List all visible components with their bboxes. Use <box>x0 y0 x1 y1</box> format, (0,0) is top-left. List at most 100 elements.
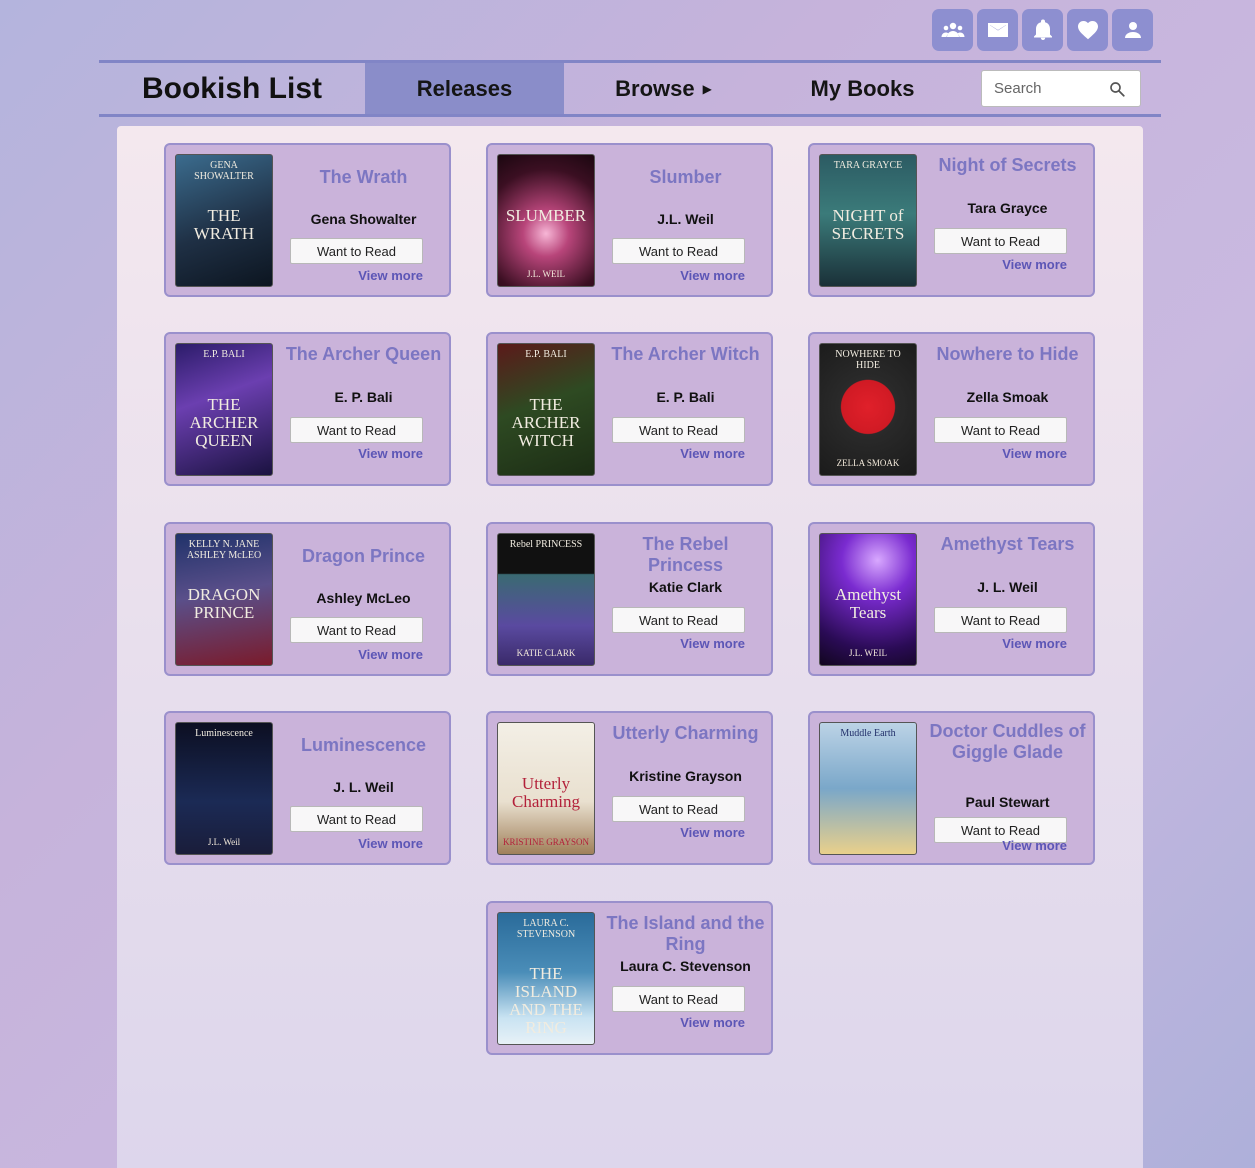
view-more-link[interactable]: View more <box>1002 838 1067 853</box>
cover-top-text: GENA SHOWALTER <box>194 160 254 182</box>
book-info: Utterly Charming Kristine Grayson Want t… <box>606 713 765 863</box>
cover-top-text: E.P. BALI <box>525 349 567 360</box>
book-cover[interactable]: Utterly Charming KRISTINE GRAYSON <box>497 722 595 855</box>
book-author: Gena Showalter <box>310 211 417 227</box>
book-title[interactable]: Luminescence <box>284 735 443 756</box>
view-more-link[interactable]: View more <box>680 268 745 283</box>
book-info: Doctor Cuddles of Giggle Glade Paul Stew… <box>928 713 1087 863</box>
book-cover[interactable]: Luminescence J.L. Weil <box>175 722 273 855</box>
mail-button[interactable] <box>977 9 1018 51</box>
book-title[interactable]: The Wrath <box>284 167 443 188</box>
book-title[interactable]: The Island and the Ring <box>606 913 765 955</box>
view-more-link[interactable]: View more <box>680 636 745 651</box>
tab-browse[interactable]: Browse ▶ <box>564 63 763 114</box>
want-to-read-button[interactable]: Want to Read <box>612 607 745 633</box>
tab-releases[interactable]: Releases <box>365 63 564 114</box>
brand-title[interactable]: Bookish List <box>99 63 365 114</box>
cover-bottom-text: J.L. Weil <box>207 837 241 848</box>
book-cover[interactable]: SLUMBER J.L. WEIL <box>497 154 595 287</box>
book-title[interactable]: Slumber <box>606 167 765 188</box>
book-title[interactable]: Night of Secrets <box>928 155 1087 176</box>
book-author: J.L. Weil <box>657 211 714 227</box>
book-title[interactable]: The Archer Witch <box>606 344 765 365</box>
want-to-read-button[interactable]: Want to Read <box>612 986 745 1012</box>
book-author: Katie Clark <box>648 579 723 595</box>
book-cover[interactable]: LAURA C. STEVENSON THE ISLAND AND THE RI… <box>497 912 595 1045</box>
book-author: Zella Smoak <box>966 389 1049 405</box>
book-title[interactable]: Dragon Prince <box>284 546 443 567</box>
book-card-amethyst-tears: Amethyst Tears J.L. WEIL Amethyst Tears … <box>808 522 1095 676</box>
want-to-read-button[interactable]: Want to Read <box>612 796 745 822</box>
book-title[interactable]: Doctor Cuddles of Giggle Glade <box>928 721 1087 763</box>
book-cover[interactable]: Amethyst Tears J.L. WEIL <box>819 533 917 666</box>
want-to-read-button[interactable]: Want to Read <box>290 417 423 443</box>
groups-button[interactable] <box>932 9 973 51</box>
tab-my-books[interactable]: My Books <box>763 63 962 114</box>
book-card-utterly-charming: Utterly Charming KRISTINE GRAYSON Utterl… <box>486 711 773 865</box>
view-more-link[interactable]: View more <box>1002 446 1067 461</box>
view-more-link[interactable]: View more <box>1002 636 1067 651</box>
book-author: Laura C. Stevenson <box>620 958 751 974</box>
want-to-read-button[interactable]: Want to Read <box>612 417 745 443</box>
book-info: The Wrath Gena Showalter Want to Read Vi… <box>284 145 443 295</box>
book-cover[interactable]: E.P. BALI THE ARCHER QUEEN <box>175 343 273 476</box>
notifications-button[interactable] <box>1022 9 1063 51</box>
view-more-link[interactable]: View more <box>680 825 745 840</box>
view-more-link[interactable]: View more <box>358 836 423 851</box>
view-more-link[interactable]: View more <box>358 647 423 662</box>
cover-top-text: TARA GRAYCE <box>833 160 903 171</box>
cover-title-text: Amethyst Tears <box>834 585 902 622</box>
want-to-read-button[interactable]: Want to Read <box>290 238 423 264</box>
cover-title-text: Utterly Charming <box>512 774 580 811</box>
book-cover[interactable]: NOWHERE TO HIDE ZELLA SMOAK <box>819 343 917 476</box>
book-card-dragon-prince: KELLY N. JANE ASHLEY McLEO DRAGON PRINCE… <box>164 522 451 676</box>
releases-panel: GENA SHOWALTER THE WRATH The Wrath Gena … <box>117 126 1143 1168</box>
book-cover[interactable]: GENA SHOWALTER THE WRATH <box>175 154 273 287</box>
book-cover[interactable]: TARA GRAYCE NIGHT of SECRETS <box>819 154 917 287</box>
book-author: J. L. Weil <box>333 779 394 795</box>
book-cover[interactable]: KELLY N. JANE ASHLEY McLEO DRAGON PRINCE <box>175 533 273 666</box>
search-input[interactable] <box>994 80 1104 97</box>
cover-title-text: THE ARCHER WITCH <box>511 395 581 450</box>
book-cover[interactable]: Muddle Earth <box>819 722 917 855</box>
want-to-read-button[interactable]: Want to Read <box>290 617 423 643</box>
cover-title-text: SLUMBER <box>505 206 587 225</box>
book-info: The Archer Witch E. P. Bali Want to Read… <box>606 334 765 484</box>
want-to-read-button[interactable]: Want to Read <box>934 228 1067 254</box>
cover-bottom-text: KRISTINE GRAYSON <box>503 837 589 848</box>
book-card-the-archer-queen: E.P. BALI THE ARCHER QUEEN The Archer Qu… <box>164 332 451 486</box>
book-cover[interactable]: E.P. BALI THE ARCHER WITCH <box>497 343 595 476</box>
want-to-read-button[interactable]: Want to Read <box>612 238 745 264</box>
view-more-link[interactable]: View more <box>358 268 423 283</box>
cover-bottom-text: KATIE CLARK <box>516 648 576 659</box>
search-icon[interactable] <box>1108 80 1126 98</box>
book-cover[interactable]: Rebel PRINCESS KATIE CLARK <box>497 533 595 666</box>
tab-releases-label: Releases <box>416 75 513 101</box>
cover-title-text: DRAGON PRINCE <box>187 585 261 622</box>
view-more-link[interactable]: View more <box>1002 257 1067 272</box>
want-to-read-button[interactable]: Want to Read <box>290 806 423 832</box>
want-to-read-button[interactable]: Want to Read <box>934 607 1067 633</box>
favorites-button[interactable] <box>1067 9 1108 51</box>
cover-title-text: THE WRATH <box>193 206 255 243</box>
cover-bottom-text: ZELLA SMOAK <box>836 458 900 469</box>
groups-icon <box>941 22 964 37</box>
book-card-the-wrath: GENA SHOWALTER THE WRATH The Wrath Gena … <box>164 143 451 297</box>
view-more-link[interactable]: View more <box>680 1015 745 1030</box>
book-info: Nowhere to Hide Zella Smoak Want to Read… <box>928 334 1087 484</box>
book-title[interactable]: Amethyst Tears <box>928 534 1087 555</box>
book-title[interactable]: The Rebel Princess <box>606 534 765 576</box>
book-title[interactable]: Nowhere to Hide <box>928 344 1087 365</box>
book-author: Kristine Grayson <box>629 768 742 784</box>
view-more-link[interactable]: View more <box>680 446 745 461</box>
view-more-link[interactable]: View more <box>358 446 423 461</box>
book-info: Luminescence J. L. Weil Want to Read Vie… <box>284 713 443 863</box>
profile-button[interactable] <box>1112 9 1153 51</box>
book-title[interactable]: Utterly Charming <box>606 723 765 744</box>
book-author: Paul Stewart <box>965 794 1050 810</box>
want-to-read-button[interactable]: Want to Read <box>934 417 1067 443</box>
book-card-luminescence: Luminescence J.L. Weil Luminescence J. L… <box>164 711 451 865</box>
book-card-the-island-and-the-ring: LAURA C. STEVENSON THE ISLAND AND THE RI… <box>486 901 773 1055</box>
book-title[interactable]: The Archer Queen <box>284 344 443 365</box>
cover-top-text: Luminescence <box>195 728 253 739</box>
